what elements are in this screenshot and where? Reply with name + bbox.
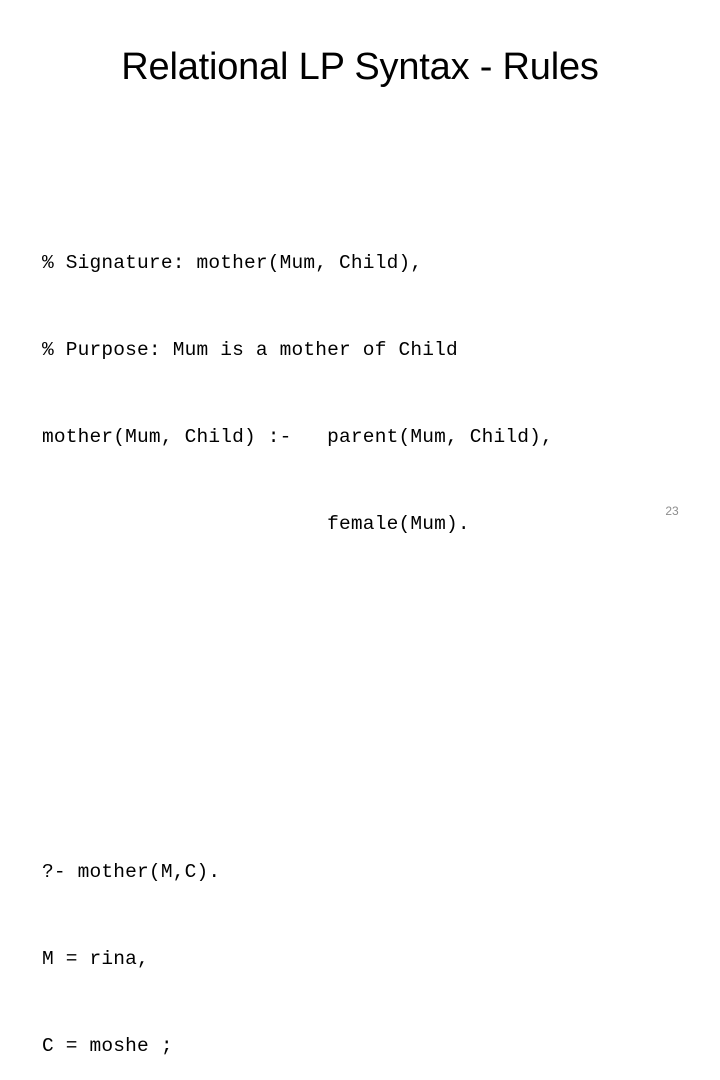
- query-trace-block: ?- mother(M,C). M = rina, C = moshe ; M …: [42, 800, 682, 1080]
- code-line: mother(Mum, Child) :- parent(Mum, Child)…: [42, 426, 553, 448]
- code-line: % Purpose: Mum is a mother of Child: [42, 339, 458, 361]
- page-title: Relational LP Syntax - Rules: [121, 46, 599, 88]
- code-line: female(Mum).: [42, 513, 470, 535]
- code-line: C = moshe ;: [42, 1035, 173, 1057]
- code-line: M = rina,: [42, 948, 149, 970]
- block-separator: [42, 684, 682, 713]
- slide-number: 23: [665, 504, 679, 518]
- slide-body-content: % Signature: mother(Mum, Child), % Purpo…: [42, 104, 682, 1080]
- code-line: % Signature: mother(Mum, Child),: [42, 252, 423, 274]
- slide-canvas: Relational LP Syntax - Rules % Signature…: [0, 0, 720, 1057]
- rule-definition-block: % Signature: mother(Mum, Child), % Purpo…: [42, 191, 682, 597]
- code-line: ?- mother(M,C).: [42, 861, 221, 883]
